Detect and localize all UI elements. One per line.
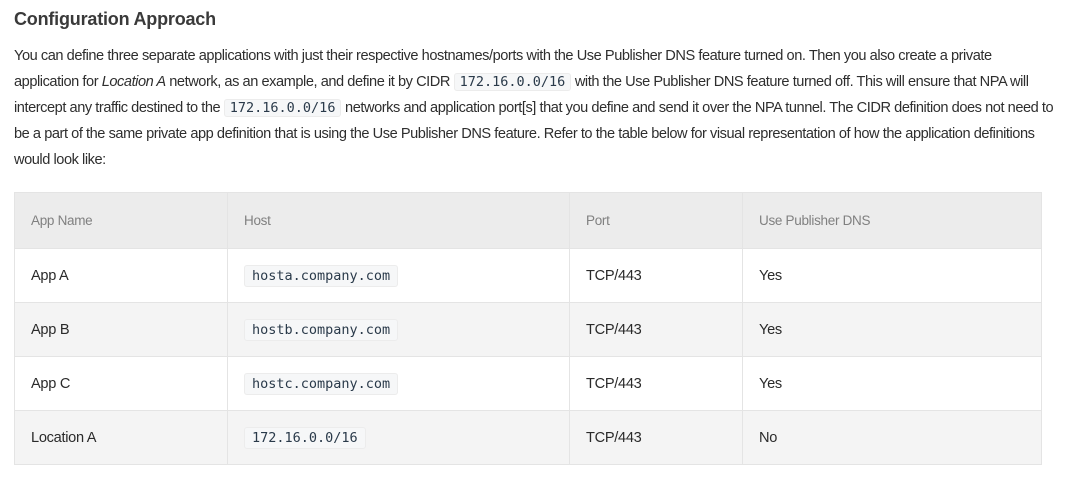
table-row: App C hostc.company.com TCP/443 Yes	[14, 356, 1042, 411]
publisher-dns-cell: No	[742, 410, 1042, 465]
port-cell: TCP/443	[569, 410, 743, 465]
publisher-dns-cell: Yes	[742, 302, 1042, 357]
paragraph-text: network, as an example, and define it by…	[165, 74, 454, 90]
column-header-host: Host	[227, 192, 570, 249]
cidr-code: 172.16.0.0/16	[453, 73, 572, 91]
app-definitions-table: App Name Host Port Use Publisher DNS App…	[14, 192, 1042, 465]
section-title: Configuration Approach	[14, 9, 216, 29]
table-row: App A hosta.company.com TCP/443 Yes	[14, 248, 1042, 303]
port-cell: TCP/443	[569, 356, 743, 411]
host-cell: hosta.company.com	[227, 248, 570, 303]
page: Configuration Approach You can define th…	[0, 0, 1066, 465]
column-header-use-publisher-dns: Use Publisher DNS	[742, 192, 1042, 249]
app-name-cell: App A	[14, 248, 228, 303]
host-code: hostb.company.com	[244, 318, 399, 341]
publisher-dns-cell: Yes	[742, 248, 1042, 303]
host-code: hosta.company.com	[244, 264, 399, 287]
table-row: App B hostb.company.com TCP/443 Yes	[14, 302, 1042, 357]
description-paragraph: You can define three separate applicatio…	[14, 43, 1054, 173]
location-emphasis: Location A	[101, 74, 166, 90]
app-name-cell: Location A	[14, 410, 228, 465]
app-name-cell: App C	[14, 356, 228, 411]
host-cell: hostb.company.com	[227, 302, 570, 357]
app-name-cell: App B	[14, 302, 228, 357]
host-cell: 172.16.0.0/16	[227, 410, 570, 465]
cidr-code: 172.16.0.0/16	[223, 99, 342, 117]
column-header-app-name: App Name	[14, 192, 228, 249]
table-header-row: App Name Host Port Use Publisher DNS	[14, 192, 1042, 249]
host-code: 172.16.0.0/16	[244, 426, 366, 449]
host-code: hostc.company.com	[244, 372, 399, 395]
port-cell: TCP/443	[569, 302, 743, 357]
host-cell: hostc.company.com	[227, 356, 570, 411]
publisher-dns-cell: Yes	[742, 356, 1042, 411]
table-row: Location A 172.16.0.0/16 TCP/443 No	[14, 410, 1042, 465]
port-cell: TCP/443	[569, 248, 743, 303]
column-header-port: Port	[569, 192, 743, 249]
